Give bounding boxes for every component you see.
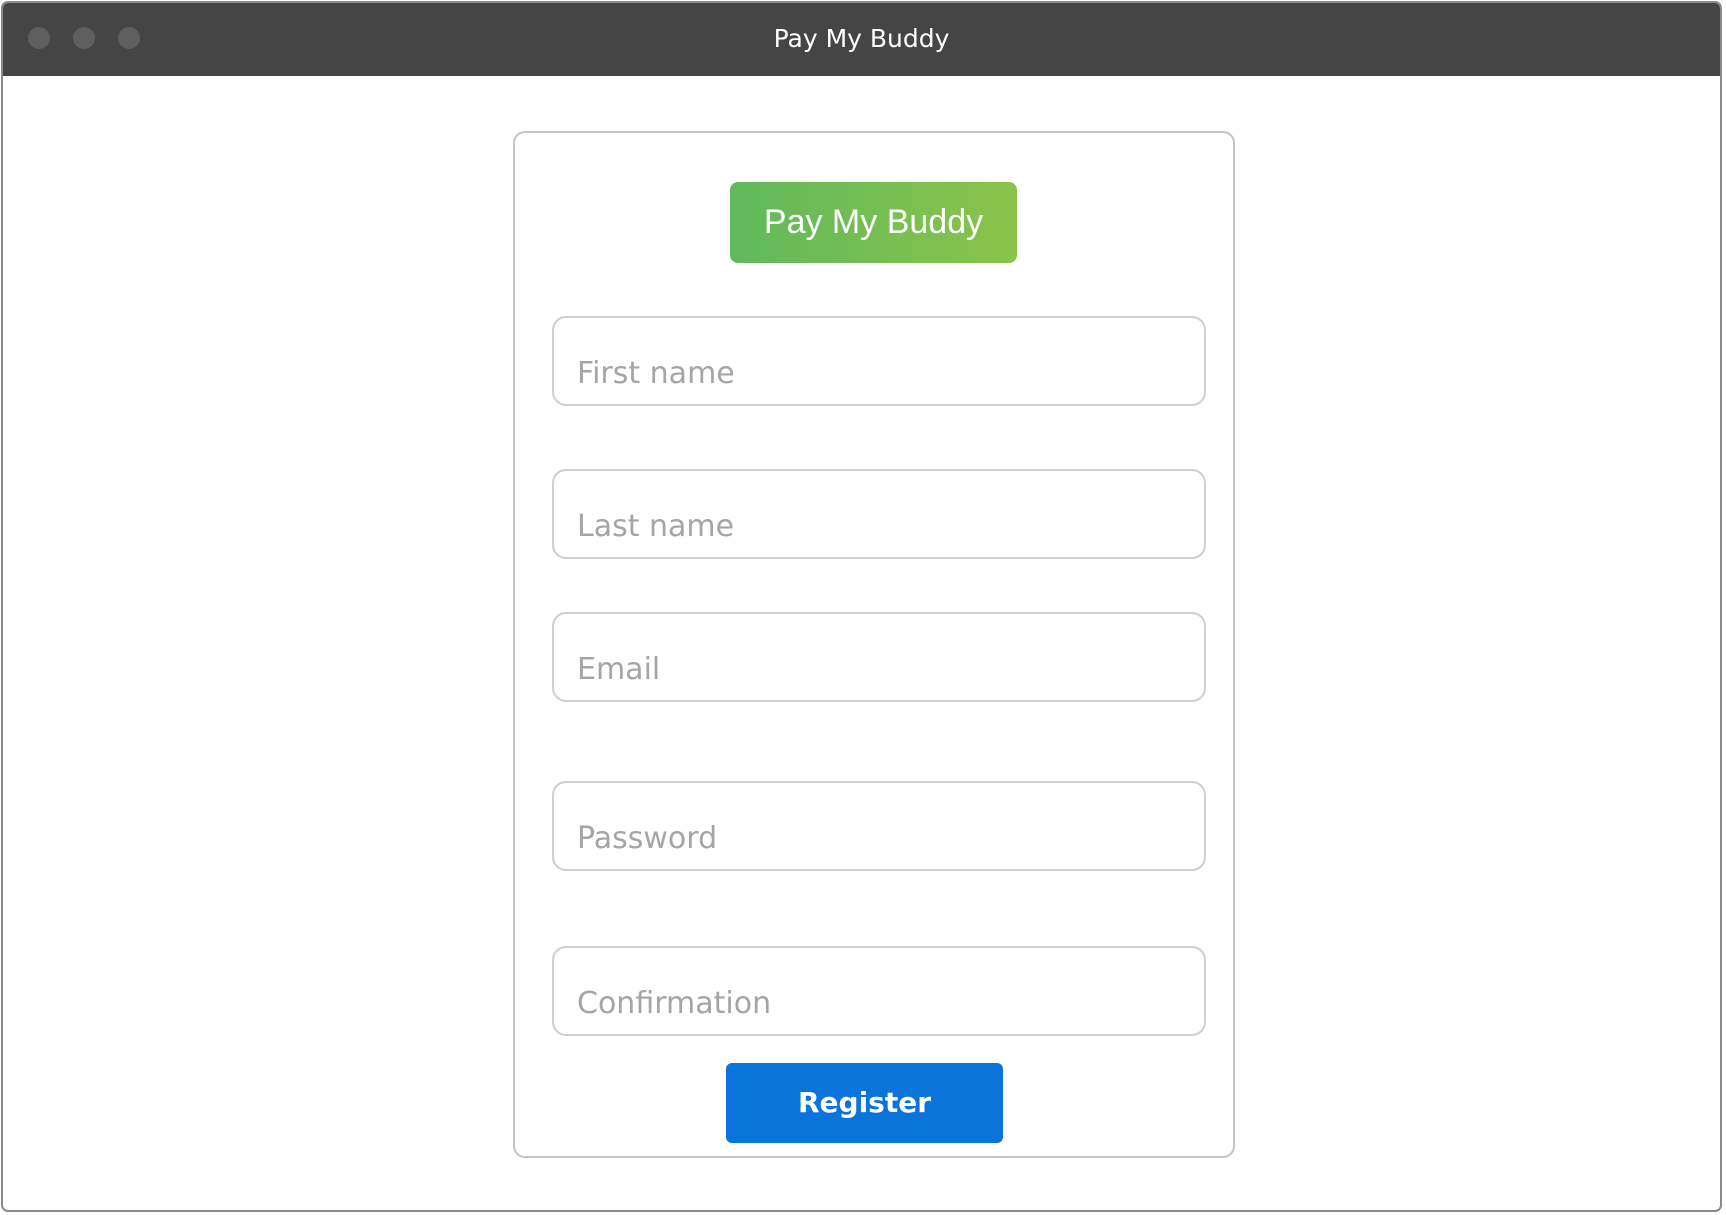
registration-card: Pay My Buddy First name Last name Email … [513,131,1235,1158]
password-input[interactable]: Password [552,781,1206,871]
title-bar: Pay My Buddy [3,3,1720,76]
app-window: Pay My Buddy Pay My Buddy First name Las… [1,1,1722,1212]
app-logo: Pay My Buddy [730,182,1017,263]
last-name-input[interactable]: Last name [552,469,1206,559]
window-title: Pay My Buddy [773,24,950,53]
register-button[interactable]: Register [726,1063,1003,1143]
confirmation-input[interactable]: Confirmation [552,946,1206,1036]
first-name-input[interactable]: First name [552,316,1206,406]
email-input[interactable]: Email [552,612,1206,702]
